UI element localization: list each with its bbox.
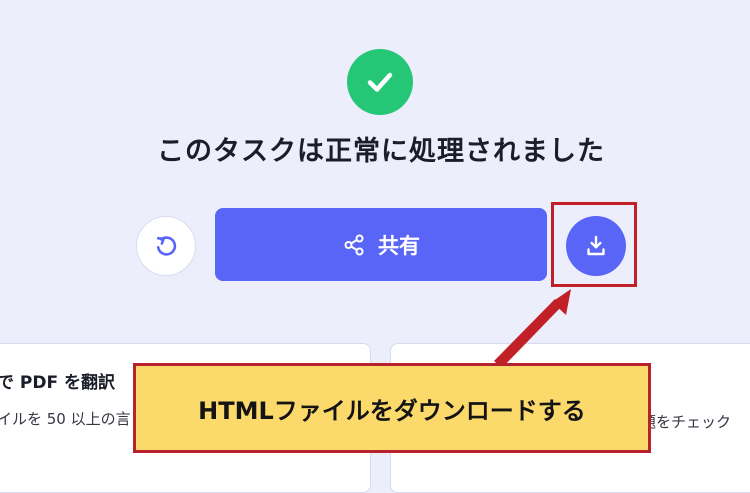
card-description: イルを 50 以上の言 — [0, 410, 131, 428]
result-screen: このタスクは正常に処理されました 共有 で PDF を翻訳 イルを 50 以上の… — [0, 0, 750, 493]
status-title: このタスクは正常に処理されました — [157, 136, 605, 167]
refresh-icon — [153, 233, 179, 259]
callout-text: HTMLファイルをダウンロードする — [198, 396, 586, 425]
check-circle-icon — [363, 65, 397, 99]
download-highlight-box — [551, 202, 637, 287]
share-button[interactable]: 共有 — [215, 208, 547, 281]
card-description: 題をチェック — [641, 413, 732, 431]
download-callout: HTMLファイルをダウンロードする — [133, 363, 651, 453]
share-label: 共有 — [378, 233, 420, 258]
success-badge — [347, 49, 413, 115]
share-icon — [342, 233, 366, 257]
retry-button[interactable] — [136, 216, 196, 276]
card-title: で PDF を翻訳 — [0, 373, 116, 393]
